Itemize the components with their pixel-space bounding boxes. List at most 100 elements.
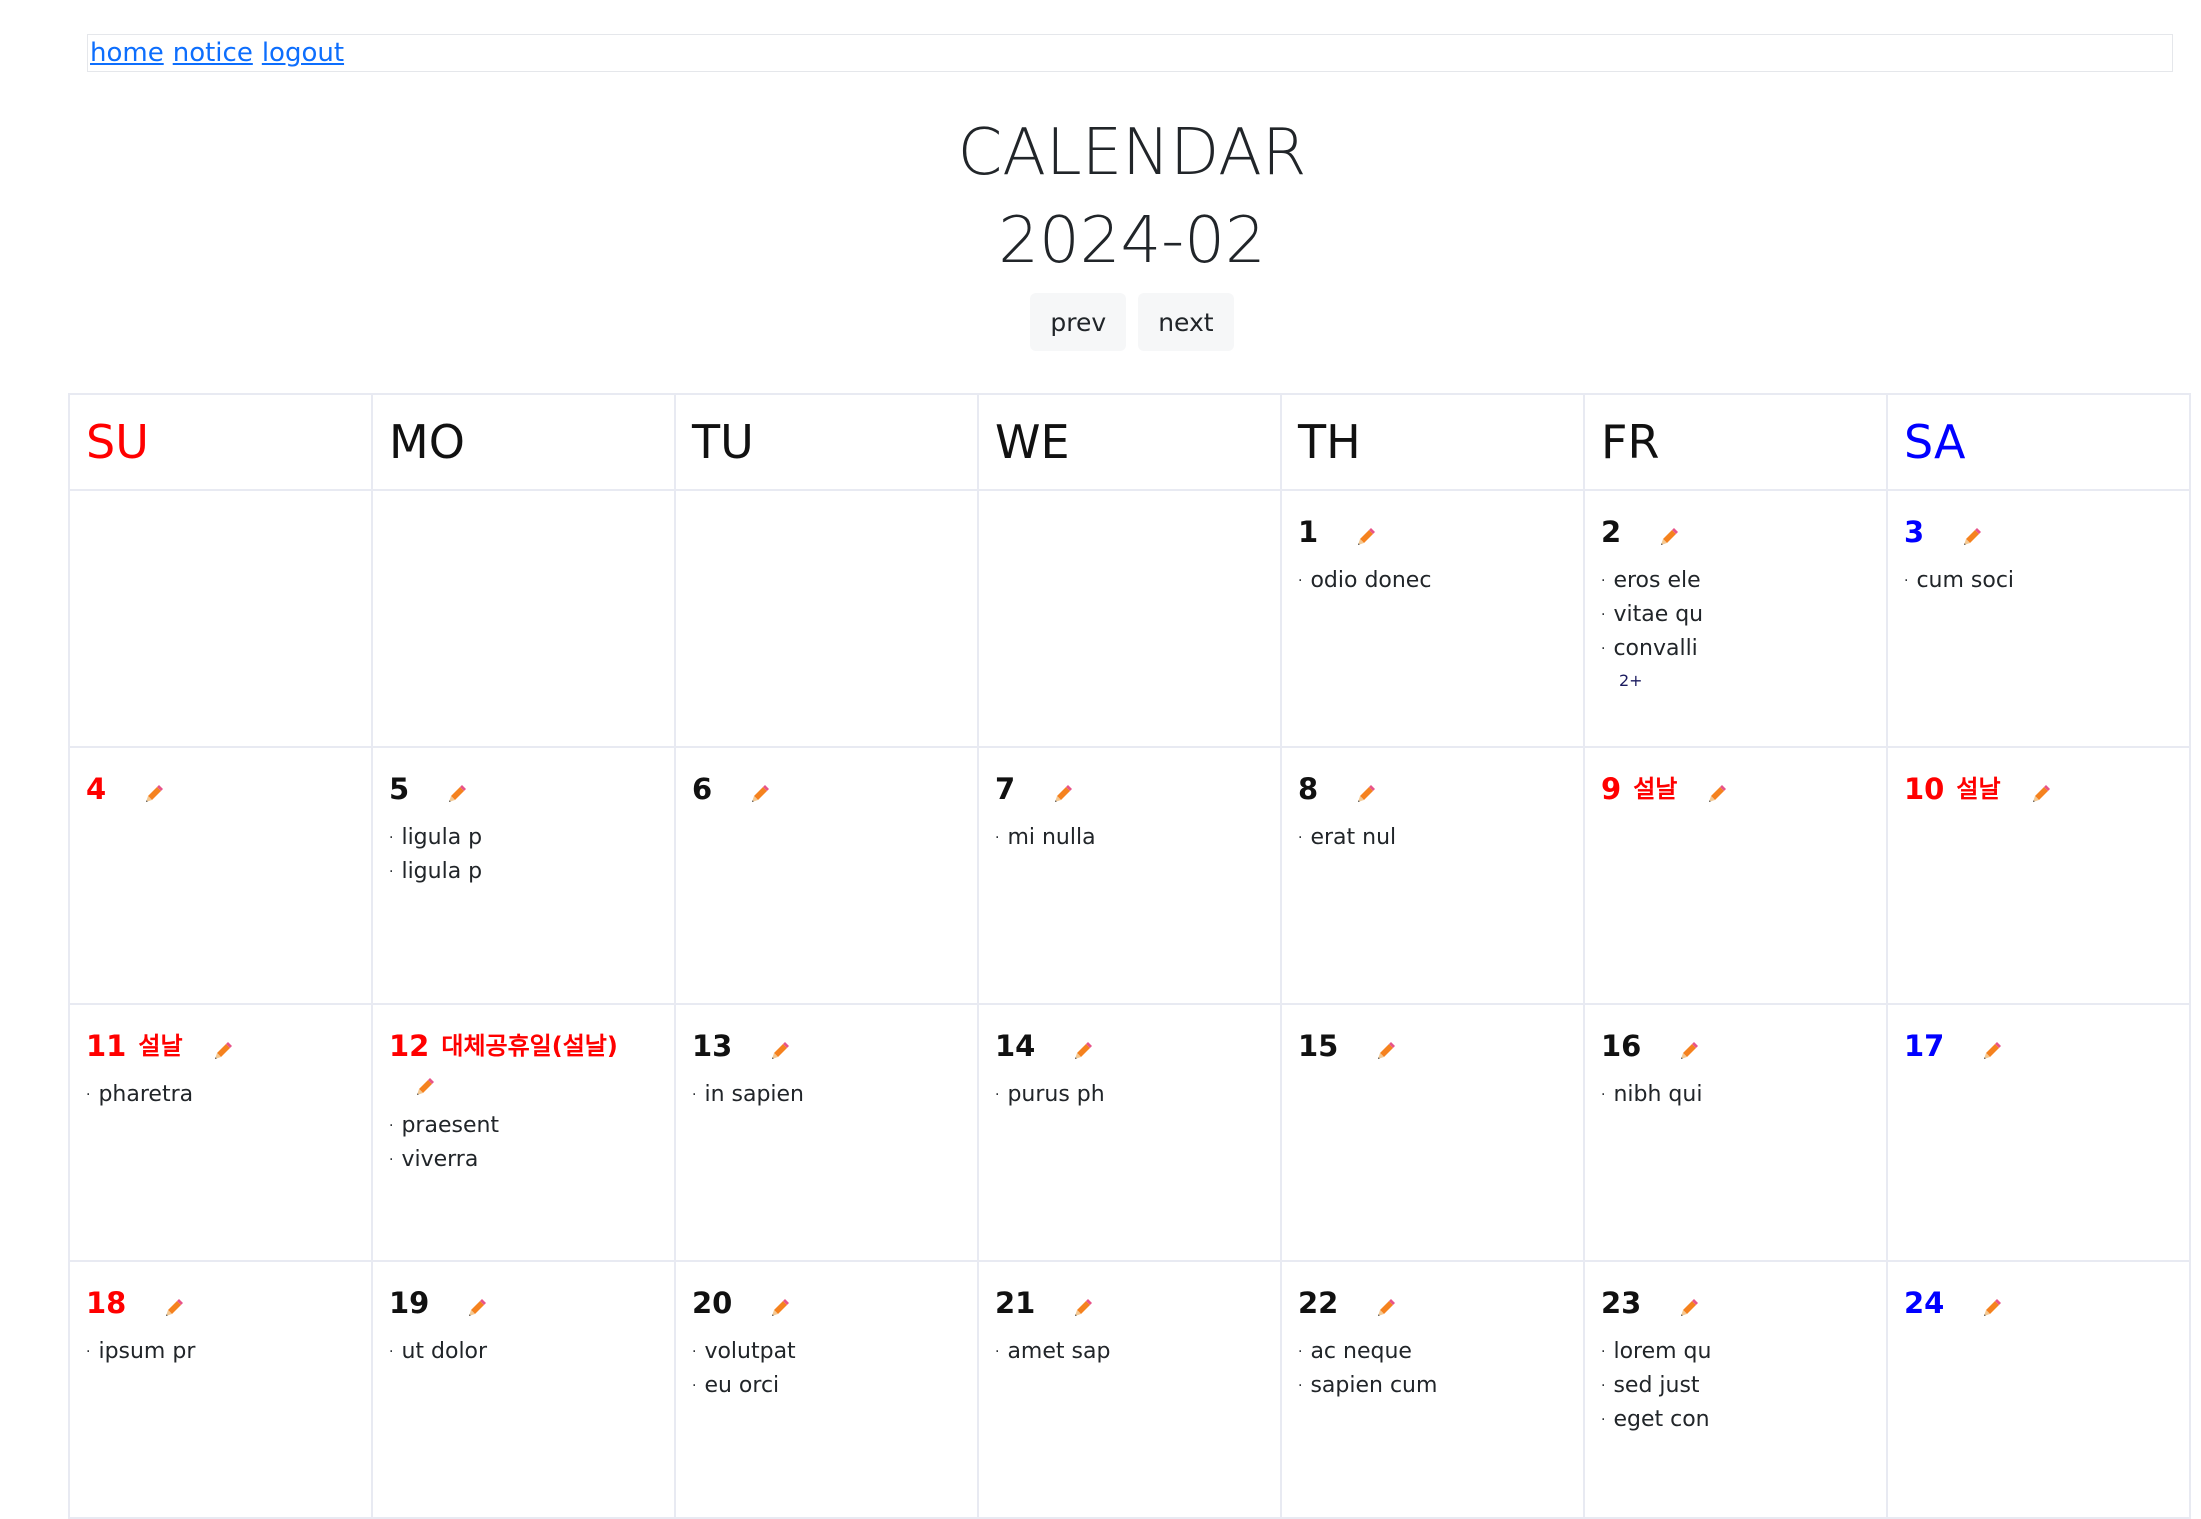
pencil-icon[interactable] <box>1657 520 1681 558</box>
pencil-icon[interactable] <box>1960 520 1984 558</box>
day-header: 8 <box>1298 770 1582 815</box>
edit-row <box>389 1065 673 1103</box>
event-item[interactable]: · eget con <box>1601 1403 1885 1437</box>
calendar-title: CALENDAR <box>957 116 1307 190</box>
pencil-icon[interactable] <box>1374 1034 1398 1072</box>
event-item[interactable]: · odio donec <box>1298 564 1582 598</box>
day-cell: 19 · ut dolor <box>371 1260 676 1519</box>
event-item[interactable]: · eu orci <box>692 1369 976 1403</box>
pencil-icon[interactable] <box>1705 777 1729 815</box>
empty-day-cell <box>68 489 373 748</box>
event-item[interactable]: · nibh qui <box>1601 1078 1885 1112</box>
weekday-tu: TU <box>674 393 979 491</box>
holiday-label: 대체공휴일(설날) <box>441 1032 618 1060</box>
nav-link-notice[interactable]: notice <box>173 38 253 68</box>
event-item[interactable]: · eros ele <box>1601 564 1885 598</box>
pencil-icon[interactable] <box>445 777 469 815</box>
event-item[interactable]: · praesent <box>389 1109 673 1143</box>
day-cell: 23 · lorem qu · sed just · eget con <box>1583 1260 1888 1519</box>
event-title: viverra <box>401 1147 479 1172</box>
event-item[interactable]: · amet sap <box>995 1335 1279 1369</box>
day-number: 24 <box>1904 1286 1945 1320</box>
event-title: ligula p <box>401 825 483 850</box>
pencil-icon[interactable] <box>2029 777 2053 815</box>
day-header: 22 <box>1298 1284 1582 1329</box>
pencil-icon[interactable] <box>162 1291 186 1329</box>
event-item[interactable]: · viverra <box>389 1143 673 1177</box>
event-item[interactable]: · ipsum pr <box>86 1335 370 1369</box>
pencil-icon[interactable] <box>465 1291 489 1329</box>
day-number: 20 <box>692 1286 733 1320</box>
event-item[interactable]: · purus ph <box>995 1078 1279 1112</box>
pencil-icon[interactable] <box>1051 777 1075 815</box>
day-cell: 12 대체공휴일(설날) · praesent · viverra <box>371 1003 676 1262</box>
event-item[interactable]: · ligula p <box>389 855 673 889</box>
pencil-icon[interactable] <box>768 1291 792 1329</box>
bullet-icon: · <box>1601 1087 1606 1103</box>
event-title: sapien cum <box>1310 1373 1438 1398</box>
bullet-icon: · <box>692 1378 697 1394</box>
empty-day-cell <box>674 489 979 748</box>
pencil-icon[interactable] <box>1354 520 1378 558</box>
pencil-icon[interactable] <box>1677 1291 1701 1329</box>
weekday-th: TH <box>1280 393 1585 491</box>
pencil-icon[interactable] <box>1980 1034 2004 1072</box>
pencil-icon[interactable] <box>211 1034 235 1072</box>
next-button[interactable]: next <box>1138 293 1234 351</box>
day-number: 6 <box>692 772 713 806</box>
event-item[interactable]: · lorem qu <box>1601 1335 1885 1369</box>
pencil-icon[interactable] <box>142 777 166 815</box>
event-item[interactable]: · ligula p <box>389 821 673 855</box>
event-title: erat nul <box>1310 825 1397 850</box>
bullet-icon: · <box>1298 573 1303 589</box>
pencil-icon[interactable] <box>1980 1291 2004 1329</box>
pencil-icon[interactable] <box>1374 1291 1398 1329</box>
bullet-icon: · <box>1298 1344 1303 1360</box>
event-title: ac neque <box>1310 1339 1412 1364</box>
day-cell: 15 <box>1280 1003 1585 1262</box>
event-title: ipsum pr <box>98 1339 196 1364</box>
pencil-icon[interactable] <box>413 1075 437 1103</box>
event-list: · ut dolor <box>389 1335 673 1369</box>
event-item[interactable]: · cum soci <box>1904 564 2188 598</box>
pencil-icon[interactable] <box>1071 1034 1095 1072</box>
event-title: ligula p <box>401 859 483 884</box>
nav-link-logout[interactable]: logout <box>262 38 344 68</box>
event-list: · ac neque · sapien cum <box>1298 1335 1582 1403</box>
pencil-icon[interactable] <box>768 1034 792 1072</box>
event-item[interactable]: · pharetra <box>86 1078 370 1112</box>
event-list: · eros ele · vitae qu · convalli 2+ <box>1601 564 1885 696</box>
day-cell: 2 · eros ele · vitae qu · convalli 2+ <box>1583 489 1888 748</box>
event-item[interactable]: · ac neque <box>1298 1335 1582 1369</box>
event-item[interactable]: · erat nul <box>1298 821 1582 855</box>
event-item[interactable]: · vitae qu <box>1601 598 1885 632</box>
week-row: 11 설날 · pharetra 12 대체공휴일(설날) · praesent · viverr… <box>68 1003 2191 1262</box>
event-item[interactable]: · ut dolor <box>389 1335 673 1369</box>
pencil-icon[interactable] <box>1677 1034 1701 1072</box>
event-item[interactable]: · in sapien <box>692 1078 976 1112</box>
day-cell: 4 <box>68 746 373 1005</box>
day-header: 13 <box>692 1027 976 1072</box>
bullet-icon: · <box>995 1087 1000 1103</box>
more-events-link[interactable]: 2+ <box>1619 666 1885 696</box>
event-item[interactable]: · convalli <box>1601 632 1885 666</box>
prev-button[interactable]: prev <box>1030 293 1127 351</box>
pencil-icon[interactable] <box>1354 777 1378 815</box>
day-number: 9 <box>1601 772 1622 806</box>
calendar-grid: SU MO TU WE TH FR SA 1 · odio donec 2 · eros … <box>68 393 2191 1519</box>
pencil-icon[interactable] <box>1071 1291 1095 1329</box>
day-header: 10 설날 <box>1904 770 2188 815</box>
day-header: 9 설날 <box>1601 770 1885 815</box>
event-item[interactable]: · sed just <box>1601 1369 1885 1403</box>
day-number: 18 <box>86 1286 127 1320</box>
day-cell: 24 <box>1886 1260 2191 1519</box>
event-item[interactable]: · sapien cum <box>1298 1369 1582 1403</box>
bullet-icon: · <box>389 1344 394 1360</box>
event-item[interactable]: · mi nulla <box>995 821 1279 855</box>
nav-link-home[interactable]: home <box>90 38 164 68</box>
month-nav: prev next <box>0 293 2201 351</box>
pencil-icon[interactable] <box>748 777 772 815</box>
day-header: 18 <box>86 1284 370 1329</box>
event-item[interactable]: · volutpat <box>692 1335 976 1369</box>
bullet-icon: · <box>389 1152 394 1168</box>
